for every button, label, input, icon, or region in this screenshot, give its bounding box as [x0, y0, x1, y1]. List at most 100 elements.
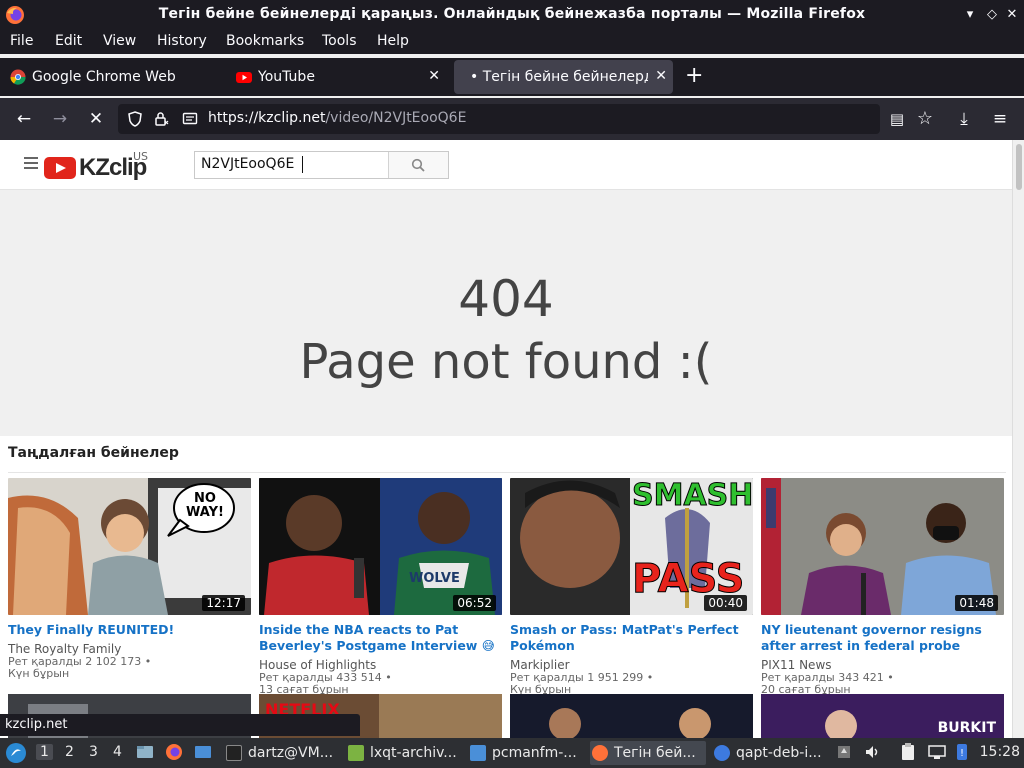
- volume-icon[interactable]: [864, 744, 882, 760]
- file-manager-icon[interactable]: [136, 743, 154, 761]
- url-bar[interactable]: https://kzclip.net/video/N2VJtEooQ6E: [118, 104, 880, 134]
- tab-chrome-web-store[interactable]: Google Chrome Web Brow: [10, 60, 175, 94]
- task-label: qapt-deb-i...: [736, 745, 822, 761]
- tab-label: Google Chrome Web Brow: [32, 69, 175, 85]
- menu-tools[interactable]: Tools: [322, 33, 357, 49]
- menu-bookmarks[interactable]: Bookmarks: [226, 33, 304, 49]
- tab-kzclip-active[interactable]: • Тегін бейне бейнелерді ✕: [454, 60, 673, 94]
- video-duration: 00:40: [704, 595, 747, 611]
- video-card[interactable]: NO WAY! 12:17 They Finally REUNITED! The…: [8, 478, 251, 680]
- play-logo-icon: [44, 157, 76, 179]
- workspace-3[interactable]: 3: [89, 744, 98, 760]
- link-status-bar: kzclip.net: [0, 714, 360, 736]
- video-channel[interactable]: House of Highlights: [259, 658, 502, 672]
- stop-loading-icon[interactable]: ✕: [85, 108, 107, 130]
- video-thumbnail[interactable]: 01:48: [761, 478, 1004, 615]
- video-card[interactable]: WOLVE 06:52 Inside the NBA reacts to Pat…: [259, 478, 502, 696]
- forward-icon[interactable]: →: [49, 108, 71, 130]
- video-duration: 01:48: [955, 595, 998, 611]
- task-label: Тегін бей...: [614, 745, 696, 761]
- bookmark-star-icon[interactable]: ☆: [914, 108, 936, 130]
- hamburger-menu-icon[interactable]: [24, 157, 38, 169]
- new-tab-button[interactable]: +: [685, 64, 703, 88]
- video-channel[interactable]: Markiplier: [510, 658, 753, 672]
- network-icon[interactable]: [928, 744, 946, 760]
- video-thumbnail[interactable]: WOLVE 06:52: [259, 478, 502, 615]
- page-content: KZclip US N2VJtEooQ6E 404 Page not found…: [0, 140, 1012, 740]
- video-thumbnail[interactable]: NO WAY! 12:17: [8, 478, 251, 615]
- video-thumbnail-partial[interactable]: [510, 694, 753, 740]
- maximize-icon[interactable]: ◇: [984, 7, 1000, 23]
- task-label: pcmanfm-...: [492, 745, 577, 761]
- shield-icon[interactable]: [127, 111, 143, 127]
- menu-view[interactable]: View: [103, 33, 136, 49]
- tray-scroll-icon[interactable]: [836, 744, 852, 760]
- scrollbar-thumb[interactable]: [1016, 144, 1022, 190]
- smash-caption: SMASH: [631, 478, 753, 514]
- close-tab-icon[interactable]: ✕: [655, 68, 667, 84]
- task-qapt[interactable]: qapt-deb-i...: [712, 741, 828, 765]
- video-title[interactable]: NY lieutenant governor resigns after arr…: [761, 622, 1004, 654]
- featured-videos-section: Таңдалған бейнелер NO WAY! 12:17 They Fi…: [0, 436, 1012, 740]
- start-menu-icon[interactable]: [5, 742, 27, 764]
- task-pcmanfm[interactable]: pcmanfm-...: [468, 741, 584, 765]
- tab-label: YouTube: [258, 69, 315, 85]
- video-age: Күн бұрын: [8, 667, 70, 680]
- error-code: 404: [458, 270, 554, 328]
- site-logo[interactable]: KZclip US: [44, 150, 148, 182]
- search-button[interactable]: [388, 152, 448, 178]
- window-title: Тегін бейне бейнелерді қараңыз. Онлайнды…: [158, 6, 866, 22]
- clipboard-icon[interactable]: [900, 743, 916, 761]
- video-card[interactable]: SMASH PASS 00:40 Smash or Pass: MatPat's…: [510, 478, 753, 696]
- site-header: KZclip US N2VJtEooQ6E: [0, 140, 1012, 190]
- workspace-2[interactable]: 2: [65, 744, 74, 760]
- video-title[interactable]: Smash or Pass: MatPat's Perfect Pokémon: [510, 622, 753, 654]
- video-card[interactable]: 01:48 NY lieutenant governor resigns aft…: [761, 478, 1004, 696]
- video-thumbnail[interactable]: SMASH PASS 00:40: [510, 478, 753, 615]
- task-archiver[interactable]: lxqt-archiv...: [346, 741, 462, 765]
- reader-view-icon[interactable]: ▤: [886, 108, 908, 130]
- lock-icon[interactable]: [153, 111, 169, 127]
- desktop-icon[interactable]: [194, 743, 212, 761]
- minimize-icon[interactable]: ▾: [962, 7, 978, 23]
- thumbnail-caption: NO WAY!: [186, 491, 224, 520]
- menu-file[interactable]: File: [10, 33, 33, 49]
- workspace-1[interactable]: 1: [36, 744, 53, 760]
- video-title[interactable]: Inside the NBA reacts to Pat Beverley's …: [259, 622, 502, 654]
- url-text[interactable]: https://kzclip.net/video/N2VJtEooQ6E: [208, 110, 466, 126]
- burkit-caption: BURKIT: [937, 720, 996, 736]
- downloads-icon[interactable]: ⤓: [953, 108, 975, 130]
- video-title[interactable]: They Finally REUNITED!: [8, 622, 251, 638]
- youtube-icon: [236, 72, 252, 83]
- firefox-launcher-icon[interactable]: [165, 743, 183, 761]
- task-terminal[interactable]: dartz@VM...: [224, 741, 340, 765]
- tab-youtube[interactable]: YouTube ✕: [236, 60, 446, 94]
- task-firefox[interactable]: Тегін бей...: [590, 741, 706, 765]
- page-info-icon[interactable]: [182, 111, 198, 127]
- workspace-4[interactable]: 4: [113, 744, 122, 760]
- menu-edit[interactable]: Edit: [55, 33, 82, 49]
- back-icon[interactable]: ←: [13, 108, 35, 130]
- folder-icon: [470, 745, 486, 761]
- update-notifier-icon[interactable]: !: [954, 743, 970, 761]
- jersey-text: WOLVE: [409, 571, 460, 586]
- video-channel[interactable]: PIX11 News: [761, 658, 1004, 672]
- firefox-icon: [592, 745, 608, 761]
- desktop-taskbar: 1 2 3 4 dartz@VM... lxqt-archiv... pcman…: [0, 738, 1024, 768]
- page-scrollbar[interactable]: [1012, 140, 1024, 740]
- search-icon: [411, 158, 425, 172]
- task-label: lxqt-archiv...: [370, 745, 457, 761]
- app-menu-icon[interactable]: ≡: [989, 108, 1011, 130]
- video-thumbnail-partial[interactable]: BURKIT: [761, 694, 1004, 740]
- close-window-icon[interactable]: ✕: [1004, 7, 1020, 23]
- menu-help[interactable]: Help: [377, 33, 409, 49]
- video-channel[interactable]: The Royalty Family: [8, 642, 251, 656]
- terminal-icon: [226, 745, 242, 761]
- search-input[interactable]: N2VJtEooQ6E: [201, 156, 294, 172]
- url-host: https://kzclip.net: [208, 110, 326, 126]
- close-tab-icon[interactable]: ✕: [428, 68, 440, 84]
- error-message: 404 Page not found :(: [0, 266, 1012, 392]
- menu-history[interactable]: History: [157, 33, 207, 49]
- tab-bar: Google Chrome Web Brow YouTube ✕ • Тегін…: [0, 58, 1024, 96]
- archive-icon: [348, 745, 364, 761]
